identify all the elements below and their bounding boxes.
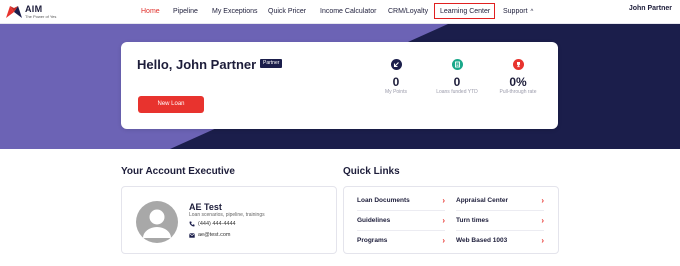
quick-link-label: Loan Documents: [357, 196, 410, 204]
ae-email-row[interactable]: ae@test.com: [189, 232, 230, 238]
stat-loans-funded: 0 Loans funded YTD: [427, 59, 487, 95]
avatar: [136, 201, 178, 243]
quick-links-heading: Quick Links: [343, 166, 400, 177]
quick-link-web-based-1003[interactable]: Web Based 1003 ›: [456, 232, 544, 248]
stat-value: 0: [453, 75, 461, 89]
nav-quick-pricer[interactable]: Quick Pricer: [268, 8, 306, 15]
quick-links-card: Loan Documents › Appraisal Center › Guid…: [343, 186, 559, 254]
ae-email: ae@test.com: [198, 232, 231, 238]
learning-center-highlight: [434, 3, 495, 19]
account-executive-card: AE Test Loan scenarios, pipeline, traini…: [121, 186, 337, 254]
new-loan-button[interactable]: New Loan: [138, 96, 204, 113]
stat-label: Loans funded YTD: [436, 89, 478, 95]
document-icon: [451, 59, 463, 70]
chevron-right-icon: ›: [442, 235, 445, 245]
chevron-right-icon: ›: [442, 195, 445, 205]
nav-crm-loyalty[interactable]: CRM/Loyalty: [388, 8, 428, 15]
quick-link-programs[interactable]: Programs ›: [357, 232, 445, 248]
chevron-right-icon: ›: [541, 235, 544, 245]
ae-name: AE Test: [189, 202, 222, 212]
quick-link-label: Appraisal Center: [456, 196, 509, 204]
mail-icon: [189, 232, 195, 238]
divider: [357, 210, 445, 211]
phone-icon: [189, 221, 195, 227]
stat-my-points: 0 My Points: [366, 59, 426, 95]
ae-description: Loan scenarios, pipeline, trainings: [189, 212, 265, 218]
welcome-card: Hello, John Partner Partner New Loan 0 M…: [121, 42, 558, 129]
quick-link-turn-times[interactable]: Turn times ›: [456, 212, 544, 228]
nav-home[interactable]: Home: [141, 8, 160, 15]
partner-badge: Partner: [260, 59, 283, 68]
stat-label: My Points: [385, 89, 407, 95]
chevron-right-icon: ›: [442, 215, 445, 225]
stat-value: 0: [392, 75, 400, 89]
arrow-down-left-icon: [390, 59, 402, 70]
trophy-icon: [512, 59, 524, 70]
quick-link-label: Programs: [357, 236, 388, 244]
nav-support[interactable]: Support ^: [503, 8, 533, 15]
nav-pipeline[interactable]: Pipeline: [173, 8, 198, 15]
stat-value: 0%: [509, 75, 527, 89]
main-nav: Home Pipeline My Exceptions Quick Pricer…: [0, 0, 680, 24]
greeting-heading: Hello, John Partner: [137, 57, 257, 72]
nav-support-label: Support: [503, 8, 528, 15]
ae-phone: (444) 444-4444: [198, 221, 236, 227]
quick-link-guidelines[interactable]: Guidelines ›: [357, 212, 445, 228]
divider: [456, 210, 544, 211]
quick-link-label: Guidelines: [357, 216, 391, 224]
nav-my-exceptions[interactable]: My Exceptions: [212, 8, 258, 15]
chevron-up-icon: ^: [530, 9, 534, 15]
quick-link-label: Web Based 1003: [456, 236, 508, 244]
top-navbar: AIM The Power of Yes Home Pipeline My Ex…: [0, 0, 680, 24]
divider: [357, 230, 445, 231]
nav-income-calculator[interactable]: Income Calculator: [320, 8, 376, 15]
quick-link-loan-documents[interactable]: Loan Documents ›: [357, 192, 445, 208]
chevron-right-icon: ›: [541, 195, 544, 205]
account-executive-heading: Your Account Executive: [121, 166, 235, 177]
user-menu[interactable]: John Partner: [629, 5, 672, 12]
stat-label: Pull-through rate: [499, 89, 537, 95]
chevron-right-icon: ›: [541, 215, 544, 225]
quick-link-appraisal-center[interactable]: Appraisal Center ›: [456, 192, 544, 208]
quick-link-label: Turn times: [456, 216, 489, 224]
stat-pull-through: 0% Pull-through rate: [488, 59, 548, 95]
divider: [456, 230, 544, 231]
ae-phone-row[interactable]: (444) 444-4444: [189, 221, 236, 227]
